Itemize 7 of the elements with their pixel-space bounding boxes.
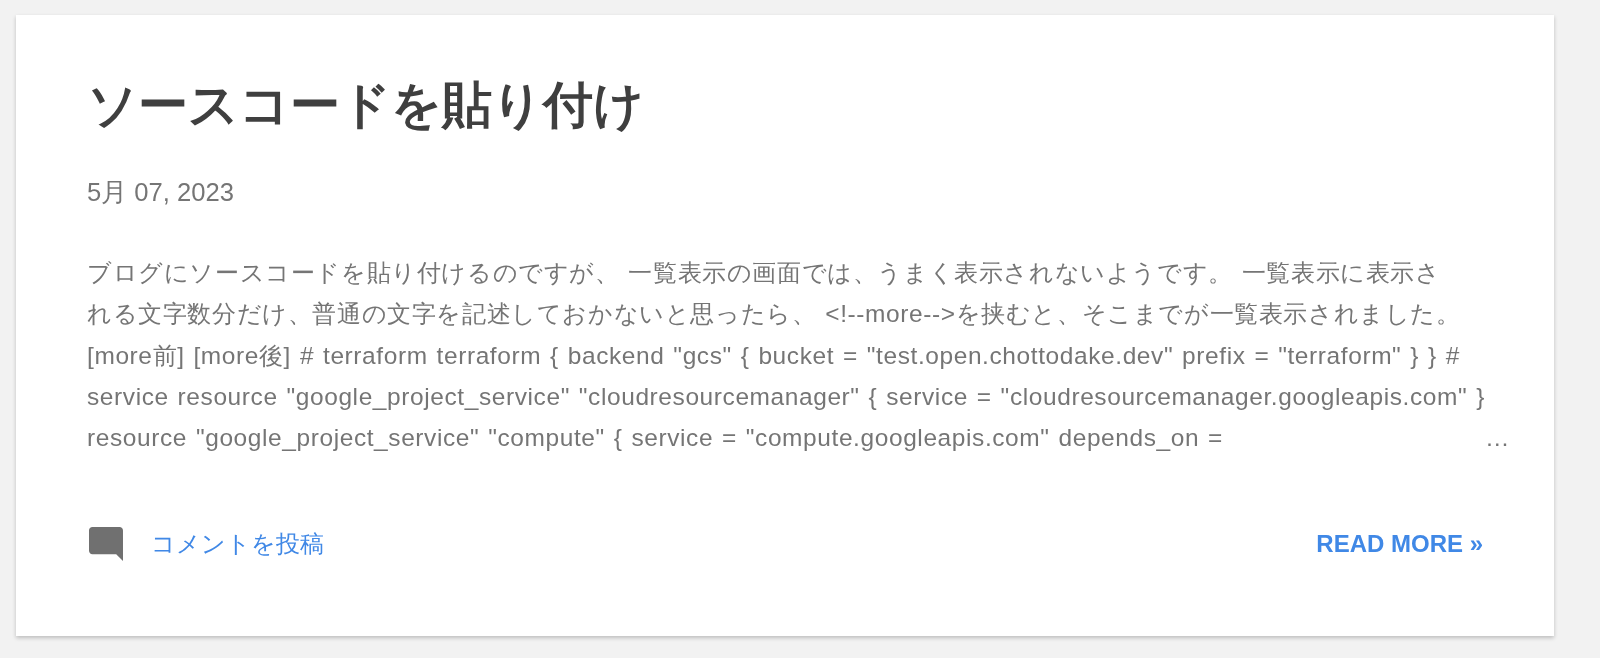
read-more-link[interactable]: READ MORE » [1316,529,1483,560]
post-snippet: ブログにソースコードを貼り付けるのですが、 一覧表示の画面では、うまく表示されないようです。 一覧表示に表示さ れる文字数分だけ、普通の文字を記述しておかないと思ったら、 <!--more-->を挟むと、そこまでが一覧表示されました。 [more前] [more後] # terraform terraform { backend "gcs" { bucket = "test.open.chottodake.dev" prefix = "terraform" } } # service resource "google_project_service" "cloudresourcemanager" { service = "cloudresourcemanager.googleapis.com" } resource "google_project_service" "compute" { service = "compute.googleapis.com" depends_on = [87,258,1485,454]
post-date[interactable]: 5月 07, 2023 [87,176,234,208]
comment-link[interactable]: コメントを投稿 [151,528,324,561]
post-title[interactable]: ソースコードを貼り付け [87,75,644,135]
comment-icon[interactable] [89,527,123,562]
snippet-ellipsis: … [1484,423,1510,454]
